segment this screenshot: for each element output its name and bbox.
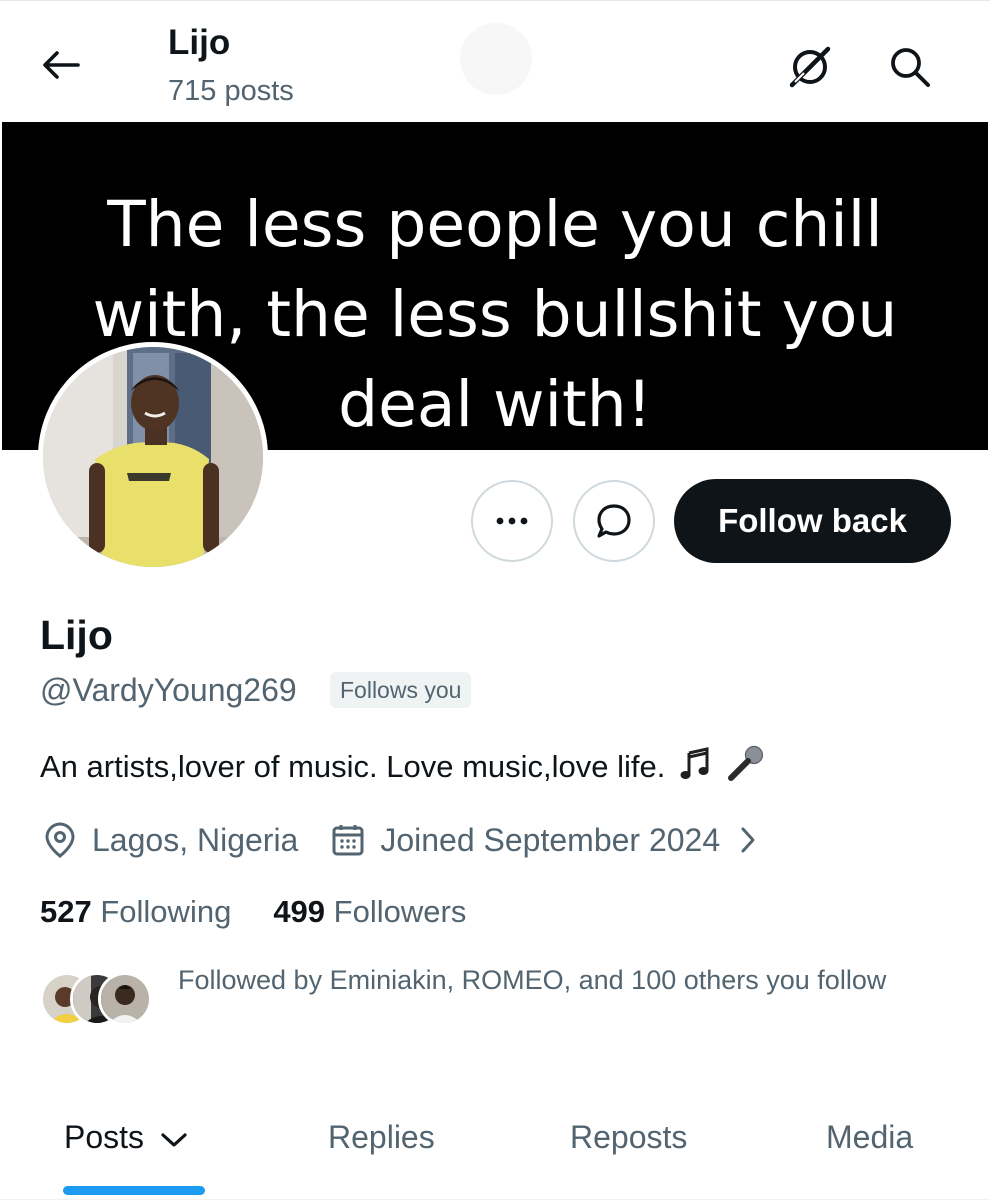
followers-count: 499: [273, 894, 326, 929]
profile-meta: Lagos, Nigeria Joined September 2024: [40, 818, 768, 862]
tab-media[interactable]: Media: [826, 1112, 913, 1162]
tab-posts[interactable]: Posts: [64, 1112, 189, 1162]
search-icon: [891, 48, 930, 87]
chevron-right-icon[interactable]: [728, 820, 768, 860]
avatar: [98, 972, 152, 1026]
location-pin-icon: [40, 820, 80, 860]
location-text: Lagos, Nigeria: [92, 821, 299, 858]
banner-line: The less people you chill: [107, 188, 883, 261]
followers-label: Followers: [333, 894, 467, 929]
bio-text: An artists,lover of music. Love music,lo…: [40, 749, 666, 785]
profile-avatar[interactable]: [38, 342, 268, 572]
back-button[interactable]: [36, 45, 84, 85]
message-bubble-icon: [597, 504, 631, 538]
following-label: Following: [100, 894, 232, 929]
music-note-icon: [677, 746, 713, 792]
grok-icon: [789, 46, 831, 88]
tab-reposts[interactable]: Reposts: [570, 1112, 687, 1162]
header-post-count: 715 posts: [168, 75, 294, 107]
follows-you-badge: Follows you: [330, 672, 472, 708]
calendar-icon: [328, 820, 368, 860]
arrow-left-icon: [43, 51, 80, 79]
tab-posts-label: Posts: [64, 1119, 145, 1155]
follow-back-button[interactable]: Follow back: [674, 479, 951, 563]
followed-by-avatars[interactable]: [40, 972, 152, 1026]
following-link[interactable]: 527 Following: [40, 894, 231, 929]
grok-button[interactable]: [782, 39, 838, 95]
profile-tabs: Posts Replies Reposts Media: [0, 1102, 990, 1200]
profile-handle: @VardyYoung269: [40, 672, 297, 708]
following-count: 527: [40, 894, 92, 929]
chevron-down-icon[interactable]: [159, 1130, 189, 1150]
header-title: Lijo: [168, 23, 231, 62]
profile-name: Lijo: [40, 612, 113, 658]
follow-stats: 527 Following 499 Followers: [40, 892, 466, 932]
tab-replies[interactable]: Replies: [328, 1112, 435, 1162]
more-horizontal-icon: [496, 517, 528, 525]
active-tab-indicator: [63, 1186, 205, 1195]
avatar-photo: [43, 347, 263, 567]
followed-by-text[interactable]: Followed by Eminiakin, ROMEO, and 100 ot…: [178, 962, 938, 999]
profile-bio: An artists,lover of music. Love music,lo…: [40, 744, 765, 794]
joined-text[interactable]: Joined September 2024: [380, 822, 720, 859]
search-button[interactable]: [882, 39, 938, 95]
microphone-icon: [725, 744, 765, 794]
followers-link[interactable]: 499 Followers: [273, 894, 466, 929]
message-button[interactable]: [573, 480, 655, 562]
more-options-button[interactable]: [471, 480, 553, 562]
header-ghost-avatar: [460, 23, 532, 95]
top-bar: Lijo 715 posts: [0, 0, 990, 122]
